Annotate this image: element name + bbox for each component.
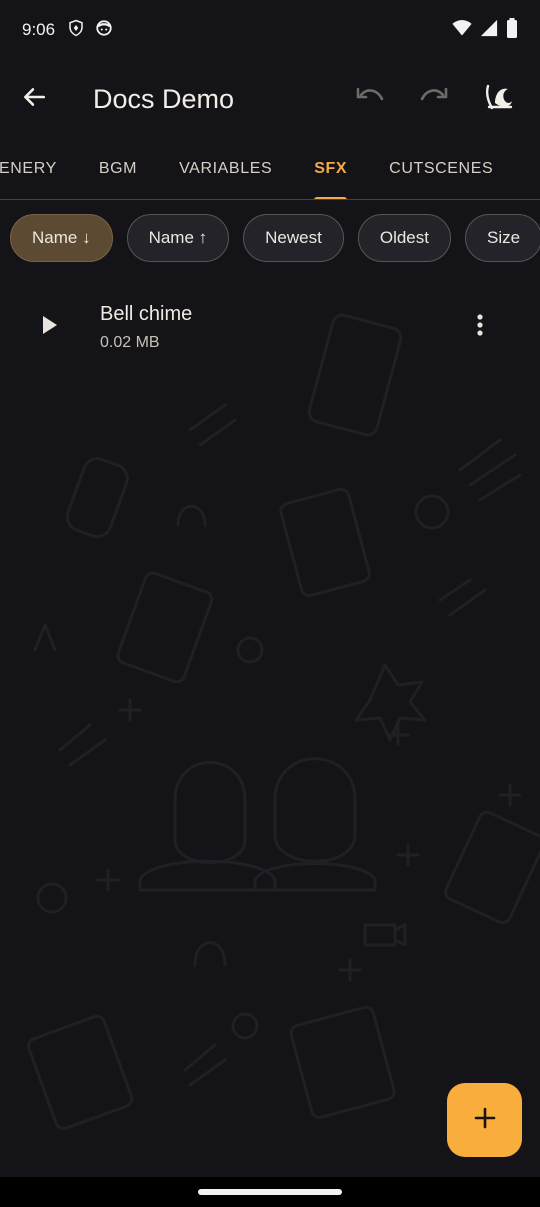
category-tabs: ENERY BGM VARIABLES SFX CUTSCENES	[0, 138, 540, 200]
shield-icon	[67, 19, 85, 42]
tab-enery[interactable]: ENERY	[0, 138, 78, 199]
redo-button[interactable]	[402, 67, 466, 131]
sort-chip[interactable]: Name ↑	[126, 214, 230, 262]
theme-button[interactable]	[466, 67, 530, 131]
sort-chip[interactable]: Newest	[243, 214, 344, 262]
list-item[interactable]: Bell chime 0.02 MB	[0, 290, 540, 364]
play-button[interactable]	[0, 290, 100, 364]
sfx-list: Bell chime 0.02 MB	[0, 290, 540, 364]
sort-chip-row: Name ↓ Name ↑ Newest Oldest Size	[10, 214, 540, 262]
sort-chip[interactable]: Oldest	[357, 214, 451, 262]
sort-chip[interactable]: Name ↓	[10, 214, 113, 262]
gesture-navigation-bar	[0, 1177, 540, 1207]
back-button[interactable]	[0, 60, 68, 138]
more-options-button[interactable]	[460, 312, 500, 342]
status-bar: 9:06	[0, 0, 540, 60]
home-gesture-handle[interactable]	[198, 1189, 342, 1195]
tab-cutscenes[interactable]: CUTSCENES	[368, 138, 514, 199]
back-arrow-icon	[21, 84, 47, 115]
theme-icon	[483, 83, 513, 116]
background-doodle-art	[27, 313, 540, 1131]
sort-chip[interactable]: Size	[464, 214, 540, 262]
undo-button[interactable]	[338, 67, 402, 131]
tab-variables[interactable]: VARIABLES	[158, 138, 293, 199]
signal-icon	[480, 19, 498, 42]
sfx-name: Bell chime	[100, 302, 193, 325]
more-vert-icon	[476, 313, 484, 342]
wifi-icon	[452, 19, 472, 42]
play-icon	[41, 315, 59, 340]
tab-sfx[interactable]: SFX	[293, 138, 368, 199]
undo-icon	[355, 85, 385, 114]
tab-bgm[interactable]: BGM	[78, 138, 158, 199]
face-icon	[95, 19, 113, 42]
status-time: 9:06	[22, 20, 56, 39]
battery-icon	[506, 17, 518, 43]
page-title: Docs Demo	[93, 83, 235, 114]
sfx-size: 0.02 MB	[100, 333, 160, 351]
redo-icon	[419, 85, 449, 114]
plus-icon	[473, 1106, 497, 1135]
add-sfx-button[interactable]	[447, 1083, 522, 1157]
app-bar: Docs Demo	[0, 60, 540, 138]
